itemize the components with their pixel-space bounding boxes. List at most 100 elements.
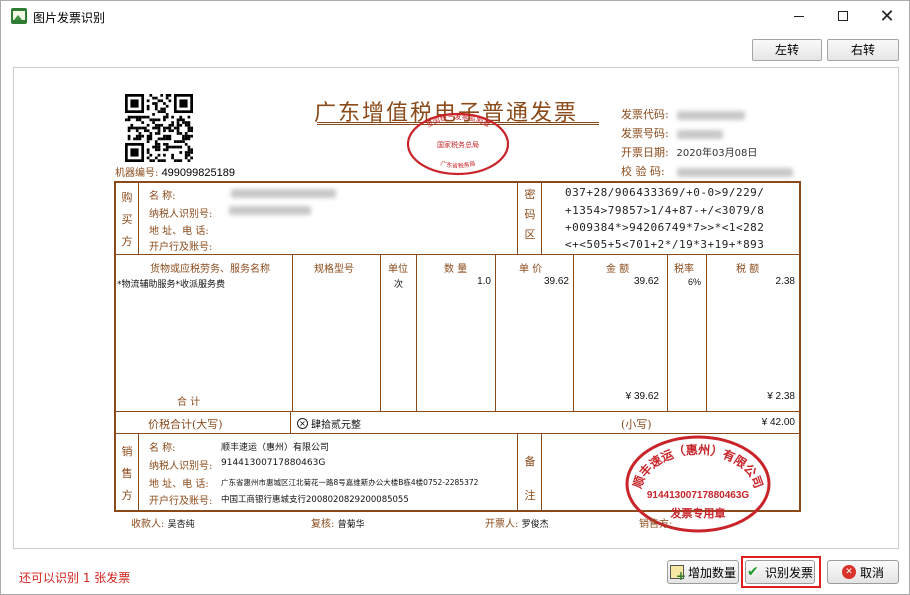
invoice-number-label: 发票号码: bbox=[621, 127, 669, 140]
qr-module bbox=[165, 94, 169, 97]
rotate-right-button[interactable]: 右转 bbox=[827, 39, 899, 61]
qr-module bbox=[138, 126, 142, 130]
seal-top-middle-text: 国家税务总局 bbox=[437, 140, 479, 149]
qr-module bbox=[135, 126, 139, 130]
qr-module bbox=[184, 142, 188, 146]
qr-module bbox=[165, 145, 169, 149]
qr-module bbox=[138, 118, 142, 122]
qr-module bbox=[187, 137, 191, 141]
cipher-line: +009384*>94206749*7>>*<1<282 bbox=[565, 221, 765, 234]
maximize-button[interactable] bbox=[821, 1, 865, 31]
qr-module bbox=[165, 113, 169, 116]
add-quantity-icon bbox=[669, 565, 686, 583]
qr-module bbox=[171, 123, 174, 127]
qr-module bbox=[168, 94, 172, 97]
qr-module bbox=[144, 129, 147, 133]
qr-module bbox=[157, 148, 161, 152]
seller-label-char: 售 bbox=[121, 467, 133, 480]
cipher-section-label: 密 码 区 bbox=[523, 185, 537, 245]
qr-module bbox=[184, 132, 188, 135]
qr-module bbox=[171, 156, 174, 160]
qr-module bbox=[160, 123, 164, 127]
qr-module bbox=[176, 121, 180, 124]
header-price: 单 价 bbox=[519, 264, 543, 275]
qr-module bbox=[130, 115, 134, 119]
qr-module bbox=[146, 151, 150, 154]
qr-module bbox=[182, 134, 185, 138]
qr-module bbox=[160, 107, 164, 111]
qr-module bbox=[138, 115, 142, 119]
qr-module bbox=[127, 126, 131, 130]
qr-module bbox=[146, 148, 150, 152]
qr-module bbox=[176, 129, 180, 133]
qr-module bbox=[146, 140, 150, 143]
qr-module bbox=[163, 153, 166, 157]
svg-text:全国统一发票监制章: 全国统一发票监制章 bbox=[424, 112, 491, 129]
qr-module bbox=[146, 115, 150, 119]
seller-section-label: 销 售 方 bbox=[120, 441, 134, 507]
grand-total-small-label: (小写) bbox=[621, 418, 652, 431]
recognize-invoice-button[interactable]: ✔ 识别发票 bbox=[745, 560, 815, 584]
reviewer-value: 曾菊华 bbox=[337, 520, 365, 530]
item-tax: 2.38 bbox=[775, 276, 795, 287]
qr-module bbox=[179, 159, 183, 162]
buyer-name-label: 名 称: bbox=[149, 191, 176, 202]
qr-module bbox=[182, 137, 185, 141]
qr-module bbox=[127, 115, 131, 119]
buyer-label-char: 购 bbox=[121, 191, 133, 204]
buyer-label-char: 买 bbox=[121, 213, 133, 226]
reviewer-row: 复核: 曾菊华 bbox=[311, 515, 365, 530]
buyer-label-char: 方 bbox=[121, 235, 133, 248]
qr-module bbox=[149, 159, 153, 162]
invoice-code-row: 发票代码: bbox=[621, 106, 745, 122]
buyer-tax-label: 纳税人识别号: bbox=[149, 209, 213, 220]
qr-module bbox=[176, 118, 180, 122]
qr-module bbox=[146, 107, 150, 111]
header-amount: 金 额 bbox=[606, 264, 630, 275]
qr-module bbox=[163, 129, 166, 133]
qr-module bbox=[173, 159, 177, 162]
qr-module bbox=[160, 137, 164, 141]
qr-module bbox=[135, 129, 139, 133]
qr-module bbox=[171, 145, 174, 149]
qr-module bbox=[149, 118, 153, 122]
cipher-line: <+<505+5<701+2*/19*3+19+*893 bbox=[565, 238, 765, 251]
qr-module bbox=[157, 118, 161, 122]
qr-module bbox=[165, 96, 169, 100]
qr-module bbox=[187, 126, 191, 130]
buyer-name-redacted bbox=[231, 189, 336, 198]
qr-module bbox=[157, 145, 161, 149]
qr-module bbox=[154, 104, 158, 108]
seal-bottom-text: 发票专用章 bbox=[670, 506, 726, 520]
qr-module bbox=[165, 134, 169, 138]
qr-module bbox=[168, 123, 172, 127]
minimize-button[interactable] bbox=[777, 1, 821, 31]
qr-module bbox=[163, 102, 166, 105]
item-rate: 6% bbox=[687, 277, 701, 287]
reviewer-label: 复核: bbox=[311, 519, 335, 530]
qr-module bbox=[179, 123, 183, 127]
qr-module bbox=[190, 129, 193, 133]
seller-bank-label: 开户行及账号: bbox=[149, 496, 213, 507]
seller-addr-label: 地 址、电 话: bbox=[149, 479, 209, 490]
qr-module bbox=[125, 118, 128, 122]
close-button[interactable]: ✕ bbox=[865, 1, 909, 31]
qr-module bbox=[127, 137, 131, 141]
qr-module bbox=[154, 107, 158, 111]
cipher-label-char: 密 bbox=[524, 188, 536, 201]
cancel-button[interactable]: ✕ 取消 bbox=[827, 560, 899, 584]
cancel-label: 取消 bbox=[859, 565, 884, 580]
qr-module bbox=[171, 129, 174, 133]
qr-module bbox=[152, 96, 155, 100]
rotate-left-button[interactable]: 左转 bbox=[752, 39, 822, 61]
qr-module bbox=[163, 142, 166, 146]
qr-module bbox=[176, 145, 180, 149]
grand-total-label: 价税合计(大写) bbox=[148, 418, 223, 431]
qr-module bbox=[163, 115, 166, 119]
cipher-label-char: 区 bbox=[524, 228, 536, 241]
add-quantity-button[interactable]: 增加数量 bbox=[667, 560, 739, 584]
qr-module bbox=[154, 126, 158, 130]
header-item-name: 货物或应税劳务、服务名称 bbox=[150, 264, 270, 275]
buyer-addr-label: 地 址、电 话: bbox=[149, 226, 209, 237]
drawer-label: 开票人: bbox=[485, 519, 519, 530]
